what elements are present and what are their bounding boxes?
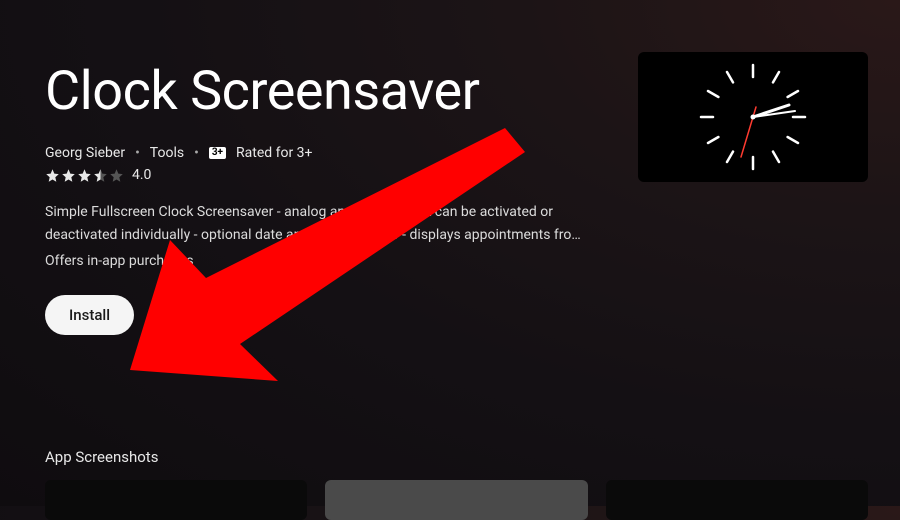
star-empty-icon [109,168,124,183]
app-description: Simple Fullscreen Clock Screensaver - an… [45,201,605,247]
iap-notice: Offers in-app purchases [45,253,855,269]
content-rating-badge-icon: 3+ [209,147,226,159]
analog-clock-icon [693,57,813,177]
separator-dot: • [135,145,140,161]
screenshot-thumbnail[interactable] [325,480,587,520]
app-preview-thumbnail[interactable] [638,52,868,182]
star-full-icon [61,168,76,183]
separator-dot: • [194,145,199,161]
star-full-icon [77,168,92,183]
developer-name[interactable]: Georg Sieber [45,145,125,161]
screenshots-section-title: App Screenshots [45,448,158,466]
screenshot-thumbnail[interactable] [606,480,868,520]
rating-value: 4.0 [132,167,151,183]
screenshots-carousel[interactable] [45,480,868,520]
category-label[interactable]: Tools [150,145,184,161]
star-half-icon [93,168,108,183]
content-rating-label: Rated for 3+ [236,145,313,161]
star-full-icon [45,168,60,183]
star-rating-icon [45,168,124,183]
screenshot-thumbnail[interactable] [45,480,307,520]
install-button[interactable]: Install [45,295,134,335]
